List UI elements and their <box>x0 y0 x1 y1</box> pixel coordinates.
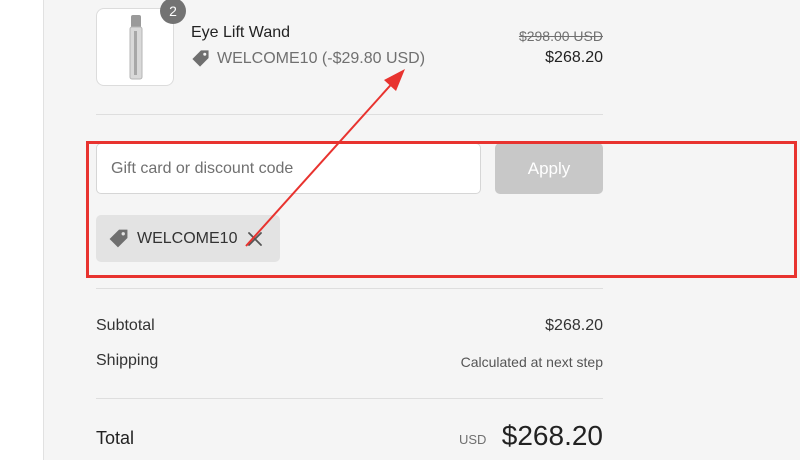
annotation-highlight-box <box>86 141 797 278</box>
divider <box>96 288 603 289</box>
subtotal-value: $268.20 <box>545 317 603 334</box>
total-label: Total <box>96 428 135 448</box>
checkout-order-summary: 2 Eye Lift Wand WELCOME10 (-$29.80 USD) … <box>0 0 800 460</box>
product-discount-text: WELCOME10 (-$29.80 USD) <box>217 49 426 67</box>
shipping-value: Calculated at next step <box>460 354 603 370</box>
divider <box>96 114 603 115</box>
total-amount: $268.20 <box>501 420 603 451</box>
shipping-label: Shipping <box>96 352 159 369</box>
subtotal-label: Subtotal <box>96 317 155 334</box>
total-currency: USD <box>459 432 487 447</box>
main-content-edge <box>0 0 43 460</box>
product-thumbnail <box>96 8 174 86</box>
divider <box>96 398 603 399</box>
discounted-price: $268.20 <box>545 49 603 66</box>
product-discount-line: WELCOME10 (-$29.80 USD) <box>191 49 425 68</box>
original-price: $298.00 USD <box>518 28 603 44</box>
tag-icon <box>191 49 210 68</box>
product-name: Eye Lift Wand <box>191 24 291 41</box>
